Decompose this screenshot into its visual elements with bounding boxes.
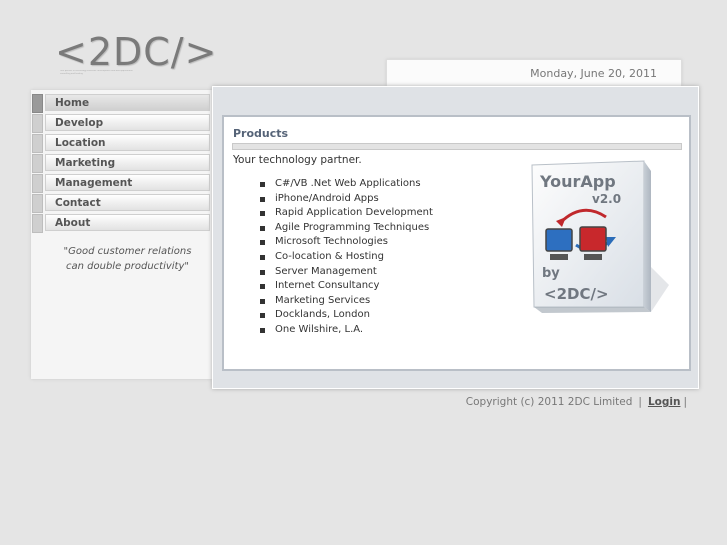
list-item: Agile Programming Techniques [260, 221, 433, 236]
nav-tab-marker [32, 114, 43, 133]
list-item: Microsoft Technologies [260, 235, 433, 250]
nav-item-about[interactable]: About [32, 214, 210, 233]
nav-item-label: Home [55, 97, 90, 109]
logo-tagline: Your partner in technology solutions, de… [60, 70, 134, 75]
product-box-image: YourApp v2.0 by <2DC/> [531, 160, 669, 313]
nav-item-home[interactable]: Home [32, 94, 210, 113]
nav-item-label: Marketing [55, 157, 116, 169]
nav-item-label: Develop [55, 117, 104, 129]
copyright-text: Copyright (c) 2011 2DC Limited [465, 396, 633, 408]
main-panel: Products Your technology partner. C#/VB … [212, 86, 699, 389]
nav-tab-marker [32, 134, 43, 153]
nav-tab-marker [32, 154, 43, 173]
nav-item-marketing[interactable]: Marketing [32, 154, 210, 173]
content-area: Products Your technology partner. C#/VB … [222, 115, 691, 371]
nav-item-label: Contact [55, 197, 101, 209]
list-item: Rapid Application Development [260, 206, 433, 221]
nav-item-label: About [55, 217, 91, 229]
box-text-version: v2.0 [592, 192, 621, 206]
content-tagline: Your technology partner. [233, 154, 362, 166]
list-item: One Wilshire, L.A. [260, 323, 433, 338]
list-item: Server Management [260, 265, 433, 280]
services-list: C#/VB .Net Web Applications iPhone/Andro… [260, 177, 433, 338]
list-item: iPhone/Android Apps [260, 192, 433, 207]
footer: Copyright (c) 2011 2DC Limited | Login | [466, 396, 687, 408]
nav-item-management[interactable]: Management [32, 174, 210, 193]
nav-tab-marker [32, 94, 43, 113]
footer-trailing-separator: | [683, 396, 687, 408]
box-text-brand: <2DC/> [544, 285, 609, 303]
nav-item-location[interactable]: Location [32, 134, 210, 153]
footer-separator: | [638, 396, 642, 408]
nav-item-contact[interactable]: Contact [32, 194, 210, 213]
site-logo[interactable]: <2DC/> [55, 30, 217, 74]
box-text-by: by [542, 266, 560, 281]
nav-tab-marker [32, 174, 43, 193]
nav-item-label: Management [55, 177, 133, 189]
title-divider [232, 143, 682, 150]
main-nav: Home Develop Location Marketing Manageme… [31, 94, 213, 234]
list-item: Marketing Services [260, 294, 433, 309]
box-text-app: YourApp [539, 172, 616, 191]
nav-tab-marker [32, 214, 43, 233]
list-item: Internet Consultancy [260, 279, 433, 294]
list-item: Docklands, London [260, 308, 433, 323]
nav-item-develop[interactable]: Develop [32, 114, 210, 133]
login-link[interactable]: Login [648, 396, 681, 408]
list-item: Co-location & Hosting [260, 250, 433, 265]
nav-tab-marker [32, 194, 43, 213]
customer-quote: "Good customer relations can double prod… [63, 246, 192, 272]
nav-item-label: Location [55, 137, 106, 149]
page-title: Products [233, 127, 289, 140]
current-date: Monday, June 20, 2011 [530, 67, 657, 80]
list-item: C#/VB .Net Web Applications [260, 177, 433, 192]
